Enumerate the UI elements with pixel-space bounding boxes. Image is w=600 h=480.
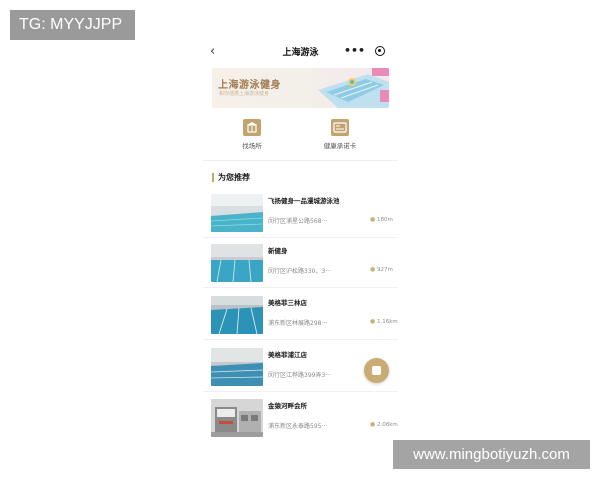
chevron-left-icon[interactable]: ‹: [210, 44, 224, 60]
quick-label: 健康承诺卡: [323, 142, 357, 150]
distance-value: 927m: [377, 267, 393, 273]
venue-name: 新健身: [268, 247, 288, 255]
distance-value: 180m: [377, 217, 393, 223]
distance-value: 2.08km: [377, 422, 398, 428]
venue-thumbnail: [211, 348, 263, 386]
quick-find-venue[interactable]: 找场所: [223, 116, 283, 156]
venue-address: 浦东新区永泰路595···: [268, 423, 328, 430]
venue-name: 美格菲三林店: [268, 299, 307, 307]
more-dots-icon[interactable]: •••: [344, 44, 365, 58]
list-item[interactable]: 新健身 闵行区沪松路330、3··· ● 927m: [203, 238, 398, 288]
venue-address: 闵行区浦星公路568···: [268, 218, 328, 225]
divider: [203, 160, 398, 161]
watermark-top-left: TG: MYYJJPP: [10, 10, 135, 40]
location-pin-icon: ●: [370, 421, 376, 428]
venue-thumbnail: [211, 244, 263, 282]
card-icon: [331, 119, 349, 136]
quick-health-card[interactable]: 健康承诺卡: [311, 116, 371, 156]
venue-name: 飞扬健身一品漫城游泳池: [268, 197, 340, 205]
promo-banner[interactable]: 上海游泳健身 和你便携上海游泳健身: [212, 68, 389, 108]
location-pin-icon: ●: [370, 216, 376, 223]
target-icon[interactable]: [375, 46, 385, 56]
banner-subtitle: 和你便携上海游泳健身: [219, 91, 270, 97]
venue-name: 美格菲浦江店: [268, 351, 307, 359]
nav-bar: ‹ 上海游泳 •••: [203, 38, 398, 66]
venue-thumbnail: [211, 194, 263, 232]
venue-distance: ● 927m: [370, 266, 393, 273]
list-item[interactable]: 金猿河畔会所 浦东新区永泰路595··· ● 2.08km: [203, 393, 398, 442]
venue-distance: ● 180m: [370, 216, 393, 223]
location-pin-icon: ●: [370, 318, 376, 325]
distance-value: 1.16km: [377, 319, 398, 325]
floating-action-button[interactable]: [364, 358, 389, 383]
venue-address: 闵行区江桦路399弄3···: [268, 372, 331, 379]
list-item[interactable]: 美格菲三林店 浦东新区林展路298··· ● 1.16km: [203, 290, 398, 340]
quick-actions: 找场所 健康承诺卡: [203, 116, 398, 158]
location-pin-icon: ●: [370, 266, 376, 273]
mini-program-screen: ‹ 上海游泳 ••• 上海游泳健身 和你便携上海游泳健身 找场所 健康承诺卡 为…: [203, 38, 398, 442]
pool-illustration-icon: [318, 68, 389, 108]
card-icon: [372, 366, 381, 375]
venue-thumbnail: [211, 296, 263, 334]
section-title: 为您推荐: [212, 173, 250, 182]
venue-distance: ● 2.08km: [370, 421, 398, 428]
venue-distance: ● 1.16km: [370, 318, 398, 325]
venue-thumbnail: [211, 399, 263, 437]
building-icon: [243, 119, 261, 136]
banner-title: 上海游泳健身: [218, 80, 281, 91]
page-title: 上海游泳: [282, 48, 319, 58]
list-item[interactable]: 飞扬健身一品漫城游泳池 闵行区浦星公路568··· ● 180m: [203, 188, 398, 238]
venue-address: 闵行区沪松路330、3···: [268, 268, 331, 275]
quick-label: 找场所: [242, 142, 262, 150]
venue-address: 浦东新区林展路298···: [268, 320, 328, 327]
venue-name: 金猿河畔会所: [268, 402, 307, 410]
watermark-bottom-right: www.mingbotiyuzh.com: [393, 440, 590, 469]
